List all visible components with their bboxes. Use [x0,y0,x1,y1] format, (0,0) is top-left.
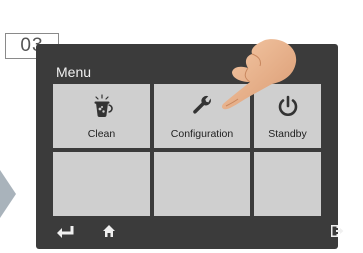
back-arrow-icon[interactable] [56,224,74,243]
pointing-hand-illustration [210,38,300,119]
tile-empty[interactable] [53,152,150,216]
tile-label: Standby [268,128,307,140]
tile-label: Configuration [170,128,234,140]
cleaning-cup-icon [90,94,114,125]
tile-clean[interactable]: Clean [53,84,150,148]
side-pointer-arrow [0,170,16,218]
tile-empty[interactable] [254,152,321,216]
tile-empty[interactable] [154,152,250,216]
home-icon[interactable] [102,224,116,243]
exit-icon[interactable] [330,224,344,243]
tile-label: Clean [87,128,116,140]
menu-title: Menu [56,64,92,80]
